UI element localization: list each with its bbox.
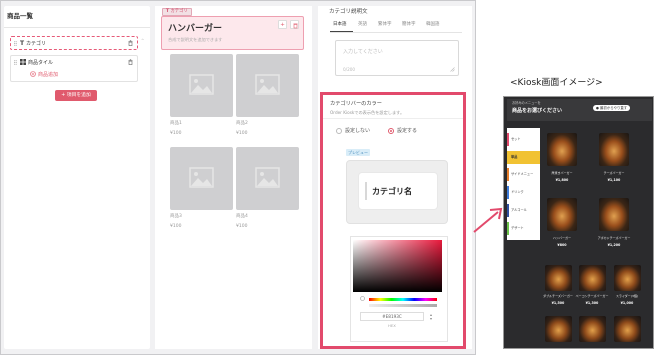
product-name: 商品3 [170, 214, 182, 219]
product-name: 商品1 [170, 121, 182, 126]
resize-icon[interactable] [450, 67, 455, 72]
active-tab-indicator [330, 31, 353, 32]
kiosk-caption: <Kiosk画面イメージ> [510, 78, 603, 88]
bar-color-title: カテゴリバーのカラー [330, 101, 382, 107]
product-image[interactable] [170, 147, 233, 210]
collapse-icon[interactable]: ^ [141, 38, 144, 43]
divider [4, 27, 150, 28]
saturation-area[interactable] [353, 240, 442, 292]
category-row-label: カテゴリ [26, 41, 47, 47]
radio-on-label: 設定する [397, 128, 418, 134]
drag-handle-icon[interactable] [14, 60, 17, 65]
tab-korean[interactable]: 韓国語 [426, 22, 440, 27]
kiosk-item-price: ¥800 [557, 243, 567, 247]
kiosk-item-image[interactable] [547, 133, 577, 166]
product-name: 商品2 [236, 121, 248, 126]
delete-button[interactable] [290, 20, 299, 29]
format-toggle-icon[interactable]: ▴ ▾ [430, 313, 432, 321]
kiosk-item-price: ¥1,800 [555, 178, 569, 182]
kiosk-item-name: ベーコンチーズバーガー [575, 294, 609, 298]
kiosk-sidebar-item[interactable]: アルコール [507, 204, 540, 217]
tab-japanese[interactable]: 日本語 [333, 22, 347, 27]
category-tag: T カテゴリ [162, 8, 192, 16]
kiosk-header-title: 商品をお選びください [512, 108, 563, 114]
image-placeholder-icon [189, 74, 214, 95]
kiosk-item-image[interactable] [547, 198, 577, 231]
tab-english[interactable]: 英語 [358, 22, 367, 27]
kiosk-item-name: チーズバーガー [603, 171, 625, 175]
kiosk-item-image[interactable] [614, 316, 641, 342]
kiosk-sidebar-item[interactable]: サイドメニュー [507, 168, 540, 181]
description-placeholder: 入力してください [343, 49, 383, 55]
kiosk-sidebar-item[interactable]: セット [507, 133, 540, 146]
kiosk-item-image[interactable] [545, 316, 572, 342]
radio-off-label: 設定しない [345, 128, 371, 134]
category-title: ハンバーガー [168, 24, 223, 34]
product-price: ¥100 [170, 224, 182, 229]
kiosk-item-name: アボカドチーズバーガー [597, 236, 631, 240]
kiosk-item-name: スライダー(3個) [615, 294, 639, 298]
radio-on[interactable] [388, 128, 394, 134]
tile-row-label: 商品タイル [28, 60, 54, 66]
kiosk-item-name: ダブルチーズバーガー [543, 294, 573, 298]
product-image[interactable] [236, 147, 299, 210]
kiosk-item-image[interactable] [614, 265, 641, 291]
tile-grid-icon [20, 59, 26, 65]
kiosk-item-name: ハンバーガー [552, 236, 571, 240]
eyedropper-icon[interactable] [360, 296, 365, 301]
drag-handle-icon[interactable] [14, 41, 17, 46]
preview-category-label: カテゴリ名 [372, 187, 412, 196]
kiosk-item-image[interactable] [579, 265, 606, 291]
hex-caption: HEX [388, 323, 396, 328]
product-price: ¥100 [236, 131, 248, 136]
add-item-button[interactable]: + 項目を追加 [55, 90, 97, 101]
kiosk-item-price: ¥1,200 [607, 243, 621, 247]
preview-color-bar [365, 182, 367, 200]
tab-simplified-chinese[interactable]: 簡体字 [402, 22, 416, 27]
arrow-icon [472, 205, 506, 235]
kiosk-item-price: ¥1,500 [551, 301, 565, 305]
kiosk-item-image[interactable] [545, 265, 572, 291]
description-title: カテゴリ説明文 [329, 9, 368, 15]
description-counter: 0/200 [343, 67, 356, 72]
image-placeholder-icon [255, 167, 280, 188]
add-product-link[interactable]: 商品追加 [38, 72, 58, 78]
hue-slider[interactable] [369, 298, 437, 301]
radio-off[interactable] [336, 128, 342, 134]
kiosk-item-image[interactable] [579, 316, 606, 342]
kiosk-item-price: ¥1,000 [620, 301, 634, 305]
divider [323, 118, 463, 119]
hex-input[interactable]: #E8193C [360, 312, 424, 321]
trash-icon[interactable] [128, 40, 133, 46]
bar-color-subtitle: Order Kioskでの表示色を設定します。 [330, 110, 405, 115]
add-circle-icon [30, 71, 36, 77]
preview-tag: プレビュー [346, 149, 370, 156]
kiosk-sidebar-item[interactable]: ドリンク [507, 186, 540, 199]
alpha-slider[interactable] [369, 304, 437, 307]
category-subtitle: 合成で説明文を追加できます [168, 37, 223, 42]
kiosk-item-price: ¥1,300 [585, 301, 599, 305]
trash-icon[interactable] [128, 59, 133, 65]
product-image[interactable] [170, 54, 233, 117]
image-placeholder-icon [189, 167, 214, 188]
kiosk-item-image[interactable] [599, 198, 629, 231]
kiosk-header-small: お好みのメニューを [512, 101, 541, 105]
image-placeholder-icon [255, 74, 280, 95]
kiosk-sidebar-item[interactable]: デザート [507, 222, 540, 235]
product-list-title: 商品一覧 [7, 12, 33, 20]
product-image[interactable] [236, 54, 299, 117]
product-price: ¥100 [170, 131, 182, 136]
add-button[interactable]: + [278, 20, 287, 29]
category-text-icon: T [20, 40, 25, 47]
tab-divider [330, 32, 462, 33]
product-price: ¥100 [236, 224, 248, 229]
kiosk-item-image[interactable] [599, 133, 629, 166]
kiosk-item-price: ¥1,100 [607, 178, 621, 182]
kiosk-sidebar-item-active[interactable]: 単品 [507, 151, 540, 164]
kiosk-restart-button[interactable]: ● 最初からやり直す [593, 105, 631, 112]
tab-traditional-chinese[interactable]: 繁体字 [378, 22, 392, 27]
product-name: 商品4 [236, 214, 248, 219]
kiosk-item-name: 厚焼きバーガー [551, 171, 573, 175]
